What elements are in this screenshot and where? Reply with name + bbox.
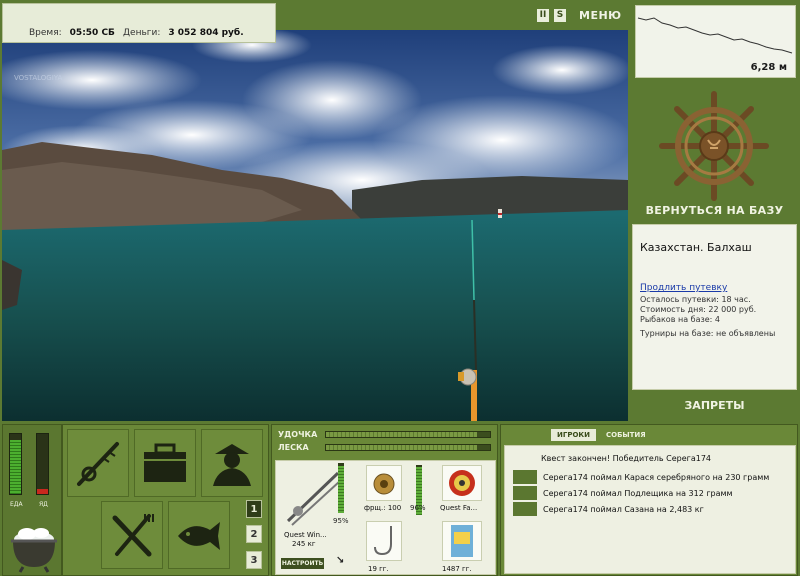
top-controls: II S МЕНЮ <box>537 7 622 23</box>
bait-pack-icon <box>451 525 473 557</box>
rod-slot[interactable]: 95% Quest Win... 245 кг НАСТРОИТЬ ↘ <box>278 463 362 571</box>
chat-message: Квест закончен! Победитель Серега174 <box>541 454 711 463</box>
chat-message-text: Серега174 поймал Сазана на 2,483 кг <box>543 504 704 514</box>
tackle-box-button[interactable] <box>134 429 196 497</box>
pause-button[interactable]: II <box>537 8 549 22</box>
slot-1[interactable]: 1 <box>246 500 262 518</box>
knife-fork-icon <box>112 514 154 557</box>
rod-name: Quest Win... <box>284 531 327 539</box>
pass-remaining: Осталось путевки: 18 час. <box>640 295 751 304</box>
expand-arrow-icon[interactable]: ↘ <box>336 555 344 566</box>
chat-message: Серега174 поймал Подлещика на 312 грамм <box>513 486 733 500</box>
bait-weight: 1487 гг. <box>442 565 472 573</box>
rod-tension-label: УДОЧКА <box>278 430 318 439</box>
time-label: Время: <box>29 28 62 38</box>
food-label: ЕДА <box>10 501 23 508</box>
location-info-panel: Казахстан. Балхаш Продлить путевку Остал… <box>632 224 797 390</box>
depth-value: 6,28 м <box>750 62 787 73</box>
tab-events[interactable]: СОБЫТИЯ <box>600 429 652 441</box>
money-display: Деньги: 3 052 804 руб. <box>123 28 244 38</box>
location-title: Казахстан. Балхаш <box>640 241 752 254</box>
chat-panel: ИГРОКИ СОБЫТИЯ Квест закончен! Победител… <box>500 424 798 576</box>
rod-durability-bar <box>338 463 344 513</box>
line-spool-icon <box>449 470 475 496</box>
gear-box: 95% Quest Win... 245 кг НАСТРОИТЬ ↘ фрщ.… <box>275 460 496 575</box>
tab-players[interactable]: ИГРОКИ <box>551 429 596 441</box>
scene-image <box>2 30 628 421</box>
sound-button[interactable]: S <box>554 8 566 22</box>
setup-button[interactable]: НАСТРОИТЬ <box>281 558 324 569</box>
anglers-count: Рыбаков на базе: 4 <box>640 315 720 324</box>
fish-icon <box>513 470 537 484</box>
rod-tool-button[interactable] <box>67 429 129 497</box>
fish-icon <box>513 502 537 516</box>
angler-icon <box>213 444 251 486</box>
bans-button[interactable]: ЗАПРЕТЫ <box>632 399 797 412</box>
chat-message-text: Серега174 поймал Карася серебряного на 2… <box>543 472 770 482</box>
fish-catch-button[interactable] <box>168 501 230 569</box>
line-name: Quest Fa... <box>440 504 478 512</box>
reel-label: фрщ.: 100 <box>364 504 402 512</box>
chat-message-text: Квест закончен! Победитель Серега174 <box>541 454 711 463</box>
extend-pass-link[interactable]: Продлить путевку <box>640 283 727 293</box>
fish-icon <box>513 486 537 500</box>
rod-weight: 245 кг <box>292 540 316 548</box>
chat-body: Квест закончен! Победитель Серега174 Сер… <box>504 445 796 574</box>
food-meter <box>9 433 22 495</box>
line-tension-label: ЛЕСКА <box>278 443 309 452</box>
money-label: Деньги: <box>123 28 161 38</box>
reel-icon <box>373 473 395 495</box>
rod-pct: 95% <box>333 517 349 525</box>
tools-panel <box>62 424 269 576</box>
tackle-box-icon <box>144 443 186 482</box>
time-value: 05:50 СБ <box>69 28 115 38</box>
menu-button[interactable]: МЕНЮ <box>579 9 622 22</box>
chat-message: Серега174 поймал Сазана на 2,483 кг <box>513 502 704 516</box>
reel-slot[interactable] <box>366 465 402 501</box>
scene-watermark: VOSTALOGIYA <box>14 74 63 82</box>
fish-icon <box>178 522 220 550</box>
rod-tension-bar <box>325 431 491 438</box>
return-to-base-button[interactable]: ВЕРНУТЬСЯ НА БАЗУ <box>632 204 797 217</box>
gear-panel: УДОЧКА ЛЕСКА 95% Quest Win... 245 кг НАС… <box>271 424 498 576</box>
vitals-panel: ЕДА ЯД <box>2 424 62 576</box>
tournaments-status: Турниры на базе: не объявлены <box>640 329 776 338</box>
depth-chart: 6,28 м <box>635 5 796 78</box>
bait-slot[interactable] <box>442 521 482 561</box>
ship-wheel-icon[interactable] <box>632 88 797 213</box>
hook-weight: 19 гг. <box>368 565 389 573</box>
poison-meter <box>36 433 49 495</box>
angler-button[interactable] <box>201 429 263 497</box>
time-display: Время: 05:50 СБ <box>29 28 115 38</box>
status-bar: Время: 05:50 СБ Деньги: 3 052 804 руб. <box>2 3 276 43</box>
cauldron-icon[interactable] <box>9 519 59 576</box>
fishing-rod-icon <box>77 442 119 486</box>
line-slot[interactable] <box>442 465 482 501</box>
money-value: 3 052 804 руб. <box>168 28 244 38</box>
slot-2[interactable]: 2 <box>246 525 262 543</box>
reel-pct: 96% <box>410 504 426 512</box>
hook-slot[interactable] <box>366 521 402 561</box>
chat-message-text: Серега174 поймал Подлещика на 312 грамм <box>543 488 733 498</box>
kitchen-button[interactable] <box>101 501 163 569</box>
fishing-scene[interactable]: VOSTALOGIYA <box>2 30 628 421</box>
slot-3[interactable]: 3 <box>246 551 262 569</box>
chat-message: Серега174 поймал Карася серебряного на 2… <box>513 470 769 484</box>
chat-tabs: ИГРОКИ СОБЫТИЯ <box>551 429 652 441</box>
hook-icon <box>374 526 392 556</box>
line-tension-bar <box>325 444 491 451</box>
poison-label: ЯД <box>39 501 48 508</box>
day-cost: Стоимость дня: 22 000 руб. <box>640 305 757 314</box>
